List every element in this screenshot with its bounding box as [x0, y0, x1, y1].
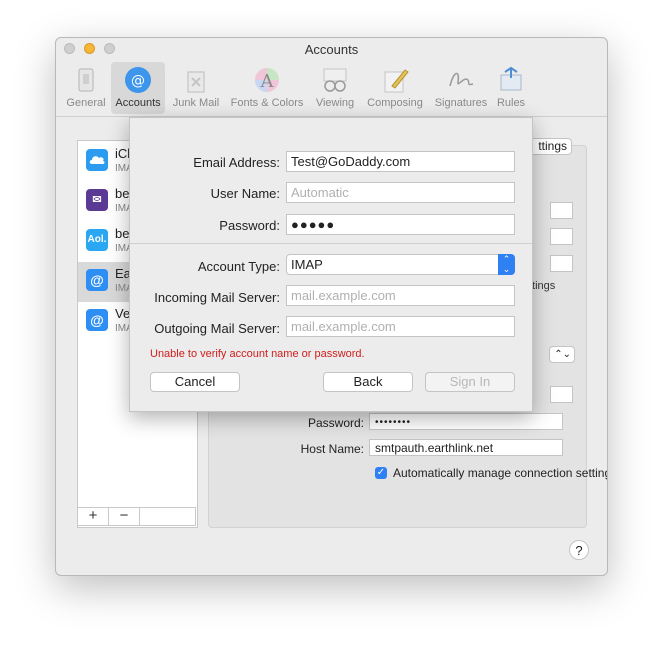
cancel-button[interactable]: Cancel	[150, 372, 240, 392]
password-label: Password:	[219, 218, 280, 233]
svg-text:@: @	[131, 73, 145, 89]
accounts-list-footer: + −	[77, 507, 196, 526]
user-name-field[interactable]: Automatic	[286, 182, 515, 203]
window-title: Accounts	[304, 42, 359, 57]
icloud-icon	[86, 149, 108, 171]
email-address-field[interactable]: Test@GoDaddy.com	[286, 151, 515, 172]
toolbar-junk-mail[interactable]: Junk Mail	[169, 62, 223, 114]
server-settings-button[interactable]: ttings	[530, 138, 572, 155]
sign-in-button[interactable]: Sign In	[425, 372, 515, 392]
smtp-password-label: Password:	[307, 416, 364, 430]
toolbar-rules[interactable]: Rules	[493, 62, 529, 114]
chevron-up-down-icon: ⌃ ⌄	[498, 254, 515, 275]
user-name-label: User Name:	[210, 186, 280, 201]
junk-mail-icon	[187, 71, 205, 93]
signatures-icon	[449, 72, 474, 87]
toolbar-accounts[interactable]: @ Accounts	[111, 62, 165, 114]
panel-field[interactable]	[550, 255, 573, 272]
email-address-label: Email Address:	[193, 155, 280, 170]
account-type-value: IMAP	[291, 257, 323, 272]
account-type-label: Account Type:	[197, 259, 280, 274]
at-sign-icon: @	[86, 309, 108, 331]
error-message: Unable to verify account name or passwor…	[150, 348, 365, 360]
mail-envelope-icon: ✉	[86, 189, 108, 211]
smtp-password-field[interactable]: ••••••••	[369, 413, 563, 430]
help-button[interactable]: ?	[569, 540, 589, 560]
at-sign-icon: @	[86, 269, 108, 291]
toolbar-signatures[interactable]: Signatures	[431, 62, 491, 114]
panel-field[interactable]	[550, 386, 573, 403]
toolbar-general[interactable]: General	[62, 62, 110, 114]
host-name-label: Host Name:	[300, 442, 364, 456]
account-type-select[interactable]: IMAP ⌃ ⌄	[286, 254, 515, 275]
auto-manage-checkbox[interactable]: ✓	[375, 467, 387, 479]
general-icon	[78, 68, 94, 92]
remove-account-button[interactable]: −	[109, 508, 140, 525]
fonts-colors-icon: A	[255, 68, 279, 92]
rules-icon	[500, 66, 522, 91]
toolbar-fonts-colors[interactable]: A Fonts & Colors	[226, 62, 308, 114]
title-bar: Accounts	[56, 38, 607, 60]
auto-manage-label: Automatically manage connection settings	[393, 466, 608, 480]
toolbar-viewing[interactable]: Viewing	[312, 62, 358, 114]
add-account-button[interactable]: +	[78, 508, 109, 525]
toolbar-composing[interactable]: Composing	[363, 62, 427, 114]
panel-field[interactable]	[550, 202, 573, 219]
outgoing-server-field[interactable]: mail.example.com	[286, 316, 515, 337]
viewing-icon	[323, 68, 347, 92]
smtp-server-select[interactable]: ⌃⌄	[549, 346, 575, 363]
separator	[130, 243, 532, 244]
panel-field[interactable]	[550, 228, 573, 245]
incoming-server-field[interactable]: mail.example.com	[286, 285, 515, 306]
accounts-icon: @	[125, 67, 151, 93]
host-name-field[interactable]: smtpauth.earthlink.net	[369, 439, 563, 456]
preferences-toolbar: General @ Accounts Junk Mail A Fonts & C…	[56, 60, 607, 117]
aol-icon: Aol.	[86, 229, 108, 251]
incoming-server-label: Incoming Mail Server:	[154, 290, 280, 305]
password-field[interactable]: ●●●●●	[286, 214, 515, 235]
add-account-sheet: Email Address: Test@GoDaddy.com User Nam…	[129, 117, 533, 412]
svg-text:A: A	[260, 71, 275, 92]
composing-icon	[384, 69, 409, 93]
outgoing-server-label: Outgoing Mail Server:	[154, 321, 280, 336]
back-button[interactable]: Back	[323, 372, 413, 392]
